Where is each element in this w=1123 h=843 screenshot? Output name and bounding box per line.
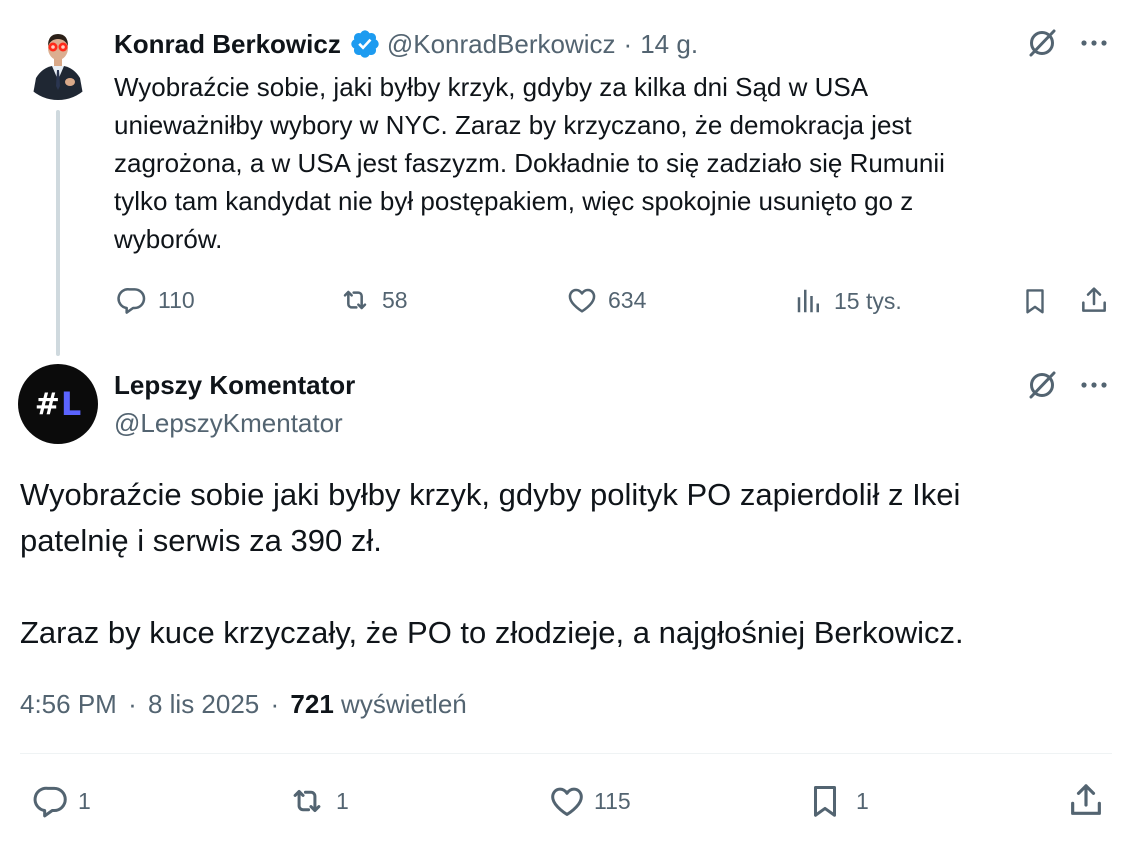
- like-count: 634: [608, 286, 647, 313]
- like-count: 115: [594, 787, 631, 814]
- reply-icon: [117, 288, 146, 314]
- reply-button[interactable]: 110: [116, 284, 195, 316]
- reply-icon: [33, 786, 67, 818]
- repost-button[interactable]: 1: [286, 782, 349, 820]
- tweet-text-line: Wyobraźcie sobie jaki byłby krzyk, gdyby…: [20, 477, 961, 512]
- tweet-text-line: Zaraz by kuce krzyczały, że PO to złodzi…: [20, 615, 964, 650]
- tweet-text-line: zagrożona, a w USA jest faszyzm. Dokładn…: [114, 148, 945, 178]
- author-handle[interactable]: @KonradBerkowicz: [387, 29, 616, 60]
- main-tweet-text: Wyobraźcie sobie jaki byłby krzyk, gdyby…: [20, 472, 1100, 656]
- divider: [20, 753, 1112, 754]
- tweet-text-line: tylko tam kandydat nie był postępakiem, …: [114, 186, 914, 216]
- avatar-konrad-berkowicz[interactable]: [18, 20, 98, 100]
- share-button[interactable]: [1078, 284, 1110, 316]
- verified-badge-icon: [349, 28, 381, 60]
- parent-tweet-text: Wyobraźcie sobie, jaki byłby krzyk, gdyb…: [114, 68, 1054, 258]
- like-button[interactable]: 115: [548, 782, 631, 820]
- reply-count: 1: [78, 787, 91, 814]
- repost-count: 58: [382, 286, 408, 313]
- avatar-letter-text: L: [60, 385, 82, 423]
- parent-tweet-header: Konrad Berkowicz @KonradBerkowicz · 14 g…: [114, 26, 698, 62]
- repost-icon: [293, 789, 321, 813]
- like-icon: [568, 288, 596, 313]
- share-icon: [1082, 287, 1106, 312]
- share-button[interactable]: [1066, 780, 1106, 820]
- like-button[interactable]: 634: [566, 284, 646, 316]
- tweet-text-line: patelnię i serwis za 390 zł.: [20, 523, 382, 558]
- views-icon: [797, 289, 819, 313]
- more-dots-icon[interactable]: [1078, 369, 1110, 401]
- more-dots-icon[interactable]: [1078, 27, 1110, 59]
- repost-icon: [343, 290, 367, 310]
- bookmark-icon: [1026, 289, 1044, 314]
- header-separator: ·: [623, 28, 633, 59]
- tweet-time-ago[interactable]: 14 g.: [640, 29, 698, 60]
- thread-line: [56, 110, 60, 356]
- reply-button[interactable]: 1: [32, 782, 91, 820]
- bookmark-icon: [813, 786, 837, 817]
- tweet-text-line: Wyobraźcie sobie, jaki byłby krzyk, gdyb…: [114, 72, 869, 102]
- author-name[interactable]: Lepszy Komentator: [114, 368, 355, 402]
- share-icon: [1071, 784, 1101, 815]
- tweet-time[interactable]: 4:56 PM: [20, 689, 117, 719]
- avatar-hash-text: #: [34, 386, 61, 422]
- avatar-image: [18, 20, 98, 100]
- views-count: 15 tys.: [834, 287, 902, 314]
- tweet-text-line: wyborów.: [114, 224, 223, 254]
- reply-count: 110: [158, 286, 195, 313]
- views-count: 721: [290, 689, 334, 719]
- tweet-meta: 4:56 PM · 8 lis 2025 · 721 wyświetleń: [20, 686, 467, 722]
- tweet-date[interactable]: 8 lis 2025: [148, 689, 259, 719]
- bookmark-button[interactable]: 1: [806, 780, 869, 822]
- repost-button[interactable]: 58: [338, 284, 408, 316]
- repost-count: 1: [336, 787, 349, 814]
- author-handle[interactable]: @LepszyKmentator: [114, 406, 343, 440]
- bookmark-button[interactable]: [1020, 284, 1050, 318]
- views-button[interactable]: 15 tys.: [794, 286, 902, 316]
- tweet-text-line: unieważniłby wybory w NYC. Zaraz by krzy…: [114, 110, 912, 140]
- grok-icon[interactable]: [1026, 369, 1058, 401]
- like-icon: [551, 787, 583, 816]
- grok-icon[interactable]: [1026, 27, 1058, 59]
- avatar-lepszy-komentator[interactable]: # L: [18, 364, 98, 444]
- meta-separator: ·: [270, 689, 280, 719]
- bookmark-count: 1: [856, 787, 869, 814]
- views-label: wyświetleń: [341, 689, 467, 719]
- meta-separator: ·: [128, 689, 137, 719]
- author-name[interactable]: Konrad Berkowicz: [114, 29, 341, 60]
